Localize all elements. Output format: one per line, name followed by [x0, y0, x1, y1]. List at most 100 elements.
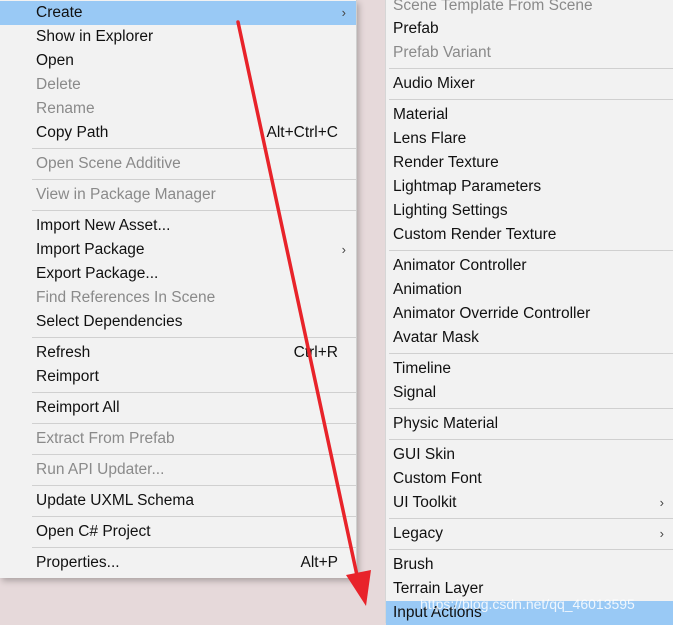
menu-item-delete[interactable]: Delete [0, 73, 356, 97]
submenu-item-label: Animator Override Controller [393, 305, 591, 322]
menu-item-label: Open C# Project [36, 523, 151, 540]
menu-item-rename[interactable]: Rename [0, 97, 356, 121]
submenu-item-label: Lighting Settings [393, 202, 508, 219]
context-menu: Create › Show in Explorer Open Delete Re… [0, 0, 357, 578]
submenu-item-label: Render Texture [393, 154, 499, 171]
menu-item-open-csharp-project[interactable]: Open C# Project [0, 520, 356, 544]
menu-item-copy-path[interactable]: Copy Path Alt+Ctrl+C [0, 121, 356, 145]
submenu-item-label: Prefab [393, 20, 439, 37]
menu-item-label: Copy Path [36, 124, 109, 141]
menu-item-label: Extract From Prefab [36, 430, 175, 447]
menu-item-export-package[interactable]: Export Package... [0, 262, 356, 286]
menu-separator [32, 516, 356, 517]
submenu-item-lightmap-parameters[interactable]: Lightmap Parameters [386, 175, 673, 199]
submenu-item-label: Scene Template From Scene [393, 0, 593, 14]
menu-separator [32, 454, 356, 455]
menu-item-label: Find References In Scene [36, 289, 216, 306]
shortcut-text: Alt+Ctrl+C [266, 124, 339, 141]
menu-item-label: Open Scene Additive [36, 155, 181, 172]
submenu-item-label: Custom Font [393, 470, 482, 487]
menu-separator [389, 518, 673, 519]
menu-item-label: Show in Explorer [36, 28, 154, 45]
menu-item-create[interactable]: Create › [0, 1, 356, 25]
menu-item-label: Delete [36, 76, 81, 93]
menu-separator [32, 423, 356, 424]
menu-separator [389, 99, 673, 100]
submenu-item-animator-controller[interactable]: Animator Controller [386, 254, 673, 278]
submenu-item-render-texture[interactable]: Render Texture [386, 151, 673, 175]
submenu-item-prefab[interactable]: Prefab [386, 17, 673, 41]
submenu-item-avatar-mask[interactable]: Avatar Mask [386, 326, 673, 350]
submenu-item-physic-material[interactable]: Physic Material [386, 412, 673, 436]
submenu-item-label: Timeline [393, 360, 451, 377]
menu-item-label: Properties... [36, 554, 120, 571]
submenu-item-scene-template-from-scene[interactable]: Scene Template From Scene [386, 0, 673, 18]
chevron-right-icon: › [341, 242, 346, 257]
shortcut-text: Alt+P [300, 554, 338, 571]
submenu-item-gui-skin[interactable]: GUI Skin [386, 443, 673, 467]
menu-separator [389, 408, 673, 409]
submenu-item-brush[interactable]: Brush [386, 553, 673, 577]
menu-item-import-package[interactable]: Import Package › [0, 238, 356, 262]
menu-item-open[interactable]: Open [0, 49, 356, 73]
menu-item-open-scene-additive[interactable]: Open Scene Additive [0, 152, 356, 176]
menu-item-label: Create [36, 4, 83, 21]
submenu-item-label: Avatar Mask [393, 329, 479, 346]
submenu-item-label: Brush [393, 556, 434, 573]
create-submenu: Scene Template From Scene Prefab Prefab … [385, 0, 673, 625]
submenu-item-material[interactable]: Material [386, 103, 673, 127]
watermark: https://blog.csdn.net/qq_46013595 [420, 596, 635, 612]
chevron-right-icon: › [341, 5, 346, 20]
menu-item-find-references-in-scene[interactable]: Find References In Scene [0, 286, 356, 310]
submenu-item-lighting-settings[interactable]: Lighting Settings [386, 199, 673, 223]
menu-item-extract-from-prefab[interactable]: Extract From Prefab [0, 427, 356, 451]
submenu-item-signal[interactable]: Signal [386, 381, 673, 405]
chevron-right-icon: › [659, 495, 664, 510]
shortcut-text: Ctrl+R [293, 344, 338, 361]
menu-item-reimport-all[interactable]: Reimport All [0, 396, 356, 420]
submenu-item-ui-toolkit[interactable]: UI Toolkit › [386, 491, 673, 515]
menu-item-refresh[interactable]: Refresh Ctrl+R [0, 341, 356, 365]
menu-separator [32, 210, 356, 211]
menu-separator [32, 547, 356, 548]
menu-item-label: Import New Asset... [36, 217, 171, 234]
submenu-item-lens-flare[interactable]: Lens Flare [386, 127, 673, 151]
menu-item-view-in-package-manager[interactable]: View in Package Manager [0, 183, 356, 207]
menu-separator [389, 353, 673, 354]
submenu-item-legacy[interactable]: Legacy › [386, 522, 673, 546]
submenu-item-animator-override-controller[interactable]: Animator Override Controller [386, 302, 673, 326]
menu-separator [389, 250, 673, 251]
menu-item-show-in-explorer[interactable]: Show in Explorer [0, 25, 356, 49]
menu-item-properties[interactable]: Properties... Alt+P [0, 551, 356, 575]
menu-item-select-dependencies[interactable]: Select Dependencies [0, 310, 356, 334]
submenu-item-custom-render-texture[interactable]: Custom Render Texture [386, 223, 673, 247]
menu-item-label: Export Package... [36, 265, 159, 282]
menu-separator [32, 392, 356, 393]
submenu-item-prefab-variant[interactable]: Prefab Variant [386, 41, 673, 65]
menu-item-label: Run API Updater... [36, 461, 165, 478]
menu-separator [32, 485, 356, 486]
menu-item-update-uxml-schema[interactable]: Update UXML Schema [0, 489, 356, 513]
submenu-item-label: Animation [393, 281, 462, 298]
submenu-item-timeline[interactable]: Timeline [386, 357, 673, 381]
menu-separator [389, 439, 673, 440]
menu-separator [389, 549, 673, 550]
submenu-item-label: Signal [393, 384, 437, 401]
submenu-item-label: Lightmap Parameters [393, 178, 542, 195]
submenu-item-custom-font[interactable]: Custom Font [386, 467, 673, 491]
menu-item-run-api-updater[interactable]: Run API Updater... [0, 458, 356, 482]
submenu-item-label: Lens Flare [393, 130, 467, 147]
menu-item-reimport[interactable]: Reimport [0, 365, 356, 389]
submenu-item-label: GUI Skin [393, 446, 456, 463]
submenu-item-animation[interactable]: Animation [386, 278, 673, 302]
menu-item-label: Select Dependencies [36, 313, 183, 330]
submenu-item-audio-mixer[interactable]: Audio Mixer [386, 72, 673, 96]
menu-item-import-new-asset[interactable]: Import New Asset... [0, 214, 356, 238]
submenu-item-label: Physic Material [393, 415, 499, 432]
menu-separator [32, 148, 356, 149]
submenu-item-label: Legacy [393, 525, 443, 542]
menu-item-label: Rename [36, 100, 95, 117]
menu-item-label: Import Package [36, 241, 145, 258]
menu-separator [32, 179, 356, 180]
menu-separator [32, 337, 356, 338]
